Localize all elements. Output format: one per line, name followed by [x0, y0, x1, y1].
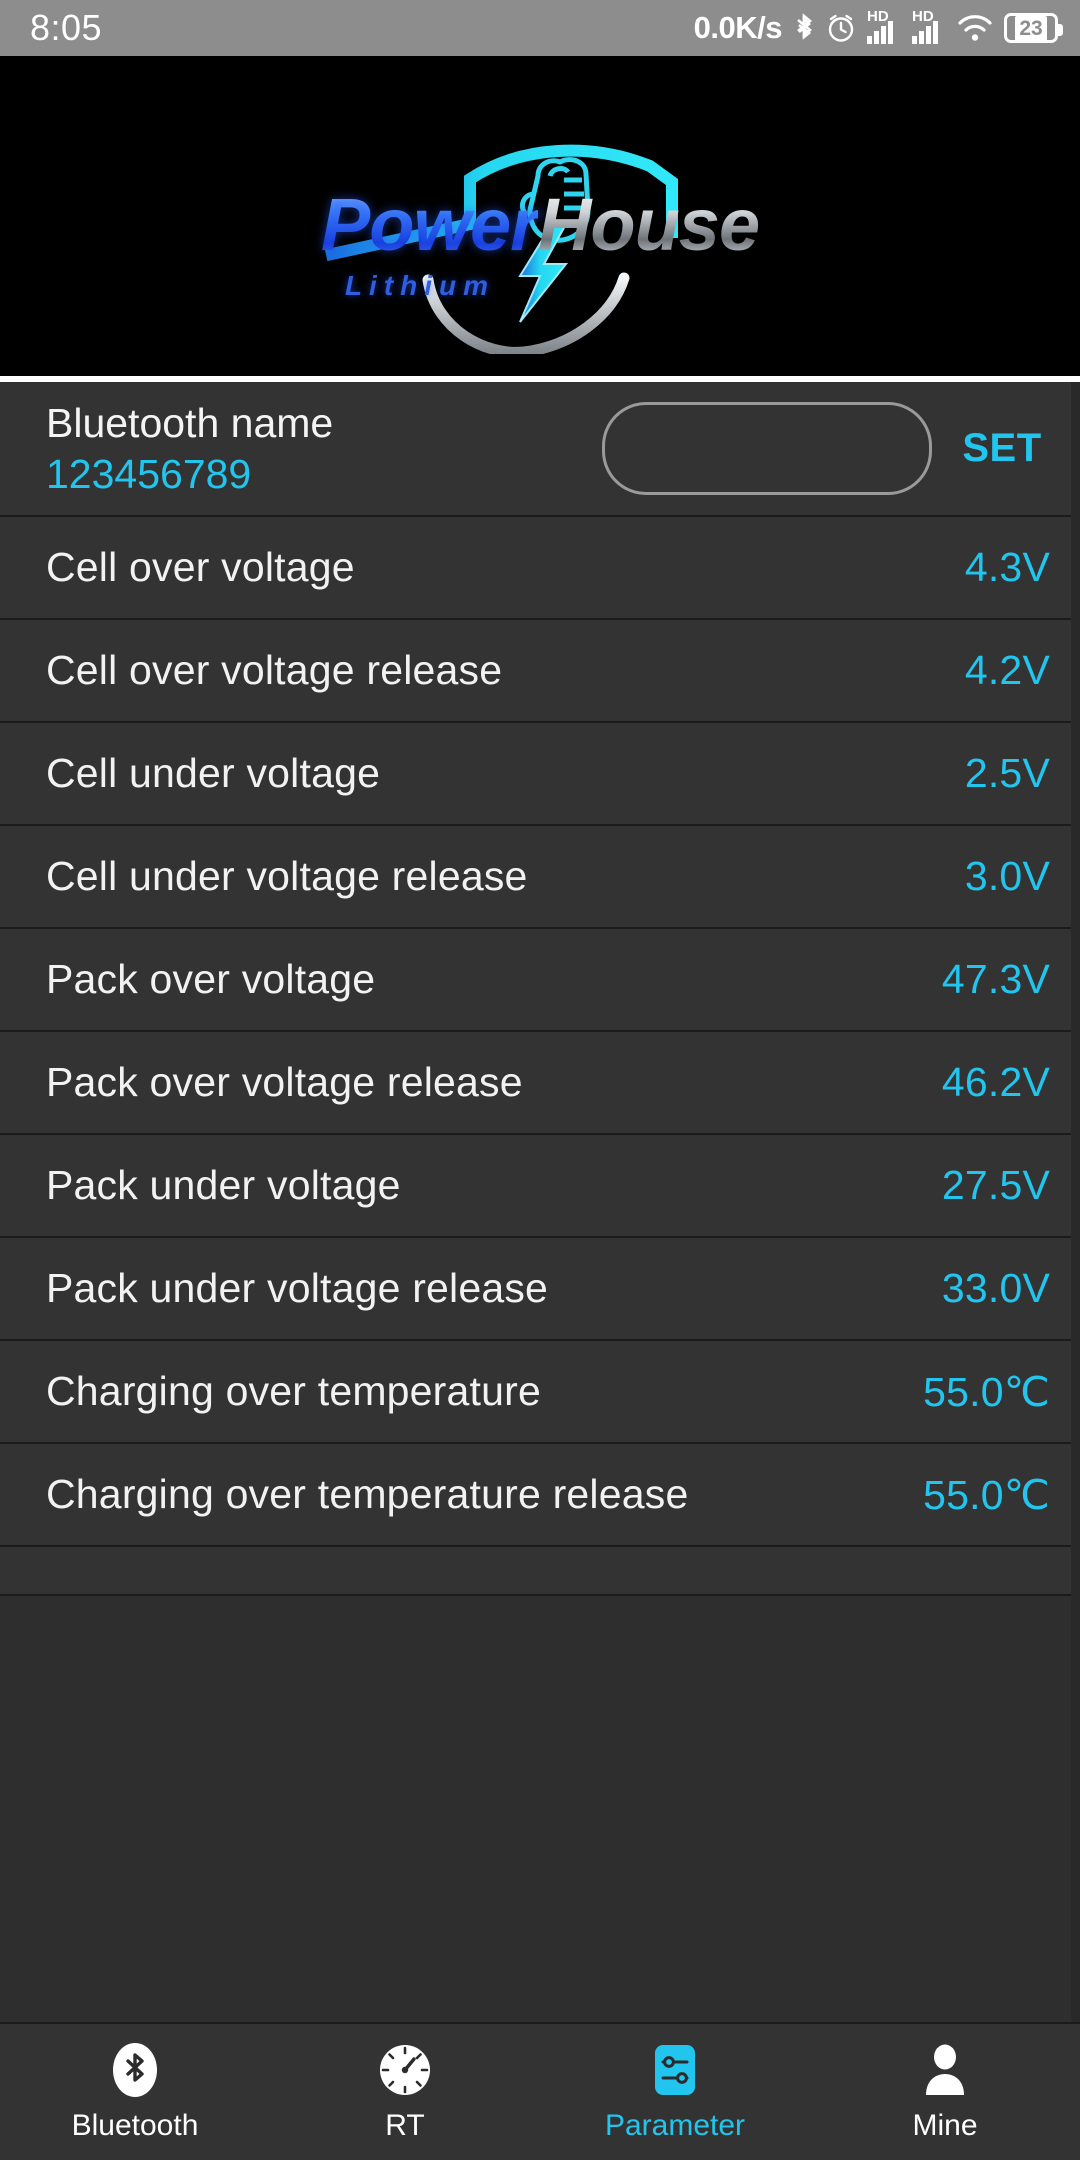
parameter-label: Pack under voltage release — [46, 1265, 549, 1311]
table-row[interactable]: Cell under voltage 2.5V — [0, 723, 1080, 826]
parameter-value: 46.2V — [941, 1059, 1050, 1105]
bluetooth-name-label: Bluetooth name — [46, 399, 334, 446]
parameter-label: Cell over voltage release — [46, 647, 503, 693]
status-bar: 8:05 0.0K/s HD HD 23 — [0, 0, 1080, 56]
signal-icon-sim1: HD — [867, 9, 901, 44]
vertical-scrollbar[interactable] — [1071, 382, 1080, 2024]
table-row[interactable]: Cell over voltage 4.3V — [0, 517, 1080, 620]
table-row[interactable]: Charging over temperature release 55.0℃ — [0, 1444, 1080, 1547]
nav-item-rt[interactable]: RT — [270, 2024, 540, 2160]
parameter-label: Pack over voltage — [46, 956, 376, 1002]
set-button[interactable]: SET — [946, 426, 1058, 471]
nav-label-parameter: Parameter — [604, 2109, 746, 2142]
nav-item-mine[interactable]: Mine — [810, 2024, 1080, 2160]
logo-wordmark: PowerHouse — [220, 188, 860, 262]
table-row[interactable]: Cell over voltage release 4.2V — [0, 620, 1080, 723]
network-speed-label: 0.0K/s — [693, 10, 783, 45]
bottom-navigation: Bluetooth RT Parameter Mine — [0, 2022, 1080, 2160]
parameter-value: 27.5V — [941, 1162, 1050, 1208]
nav-item-parameter[interactable]: Parameter — [540, 2024, 810, 2160]
status-time: 8:05 — [30, 7, 103, 48]
logo-lithium-text: Lithium — [344, 270, 496, 301]
parameter-list[interactable]: Bluetooth name 123456789 SET Cell over v… — [0, 382, 1080, 2024]
person-icon — [926, 2044, 964, 2095]
parameter-label: Cell under voltage release — [46, 853, 528, 899]
nav-item-bluetooth[interactable]: Bluetooth — [0, 2024, 270, 2160]
brand-banner: PowerHouse Lithium — [0, 56, 1080, 376]
table-row[interactable]: Pack under voltage 27.5V — [0, 1135, 1080, 1238]
parameter-value: 55.0℃ — [923, 1368, 1050, 1415]
nav-label-mine: Mine — [912, 2109, 978, 2142]
logo-house-text: House — [537, 183, 760, 266]
table-row[interactable]: Cell under voltage release 3.0V — [0, 826, 1080, 929]
bluetooth-name-value: 123456789 — [46, 450, 252, 497]
bluetooth-name-input[interactable] — [602, 402, 932, 495]
alarm-icon — [828, 14, 854, 42]
list-partial-row[interactable] — [0, 1547, 1080, 1596]
parameter-value: 3.0V — [964, 853, 1050, 899]
parameter-value: 55.0℃ — [923, 1471, 1050, 1518]
parameter-label: Charging over temperature — [46, 1368, 541, 1414]
table-row[interactable]: Pack over voltage release 46.2V — [0, 1032, 1080, 1135]
bluetooth-name-row[interactable]: Bluetooth name 123456789 SET — [0, 382, 1080, 517]
bluetooth-icon — [797, 13, 813, 40]
parameter-label: Cell over voltage — [46, 544, 355, 590]
signal-bars-1 — [867, 21, 893, 44]
parameter-value: 4.2V — [964, 647, 1050, 693]
parameter-label: Pack under voltage — [46, 1162, 401, 1208]
bluetooth-name-texts: Bluetooth name 123456789 — [46, 400, 333, 498]
parameter-rows: Cell over voltage 4.3V Cell over voltage r… — [0, 517, 1080, 1547]
signal-icon-sim2: HD — [912, 9, 946, 44]
parameter-label: Cell under voltage — [46, 750, 381, 796]
logo-power-text: Power — [320, 183, 539, 266]
table-row[interactable]: Charging over temperature 55.0℃ — [0, 1341, 1080, 1444]
parameter-value: 33.0V — [941, 1265, 1050, 1311]
parameter-value: 4.3V — [964, 544, 1050, 590]
nav-label-bluetooth: Bluetooth — [71, 2109, 199, 2142]
sliders-icon — [655, 2045, 695, 2095]
battery-icon: 23 — [1004, 13, 1063, 43]
powerhouse-logo: PowerHouse Lithium — [220, 84, 860, 354]
parameter-value: 47.3V — [941, 956, 1050, 1002]
signal-bars-2 — [912, 21, 938, 44]
nav-label-rt: RT — [385, 2109, 425, 2142]
parameter-label: Pack over voltage release — [46, 1059, 523, 1105]
table-row[interactable]: Pack under voltage release 33.0V — [0, 1238, 1080, 1341]
status-icons: 0.0K/s HD HD 23 — [693, 9, 1063, 46]
battery-level-label: 23 — [1015, 15, 1047, 41]
table-row[interactable]: Pack over voltage 47.3V — [0, 929, 1080, 1032]
parameter-value: 2.5V — [964, 750, 1050, 796]
wifi-icon — [958, 15, 992, 41]
parameter-label: Charging over temperature release — [46, 1471, 689, 1517]
gauge-icon — [380, 2045, 430, 2095]
logo-subtitle-wrap: Lithium — [220, 270, 860, 302]
bluetooth-icon — [113, 2043, 157, 2097]
